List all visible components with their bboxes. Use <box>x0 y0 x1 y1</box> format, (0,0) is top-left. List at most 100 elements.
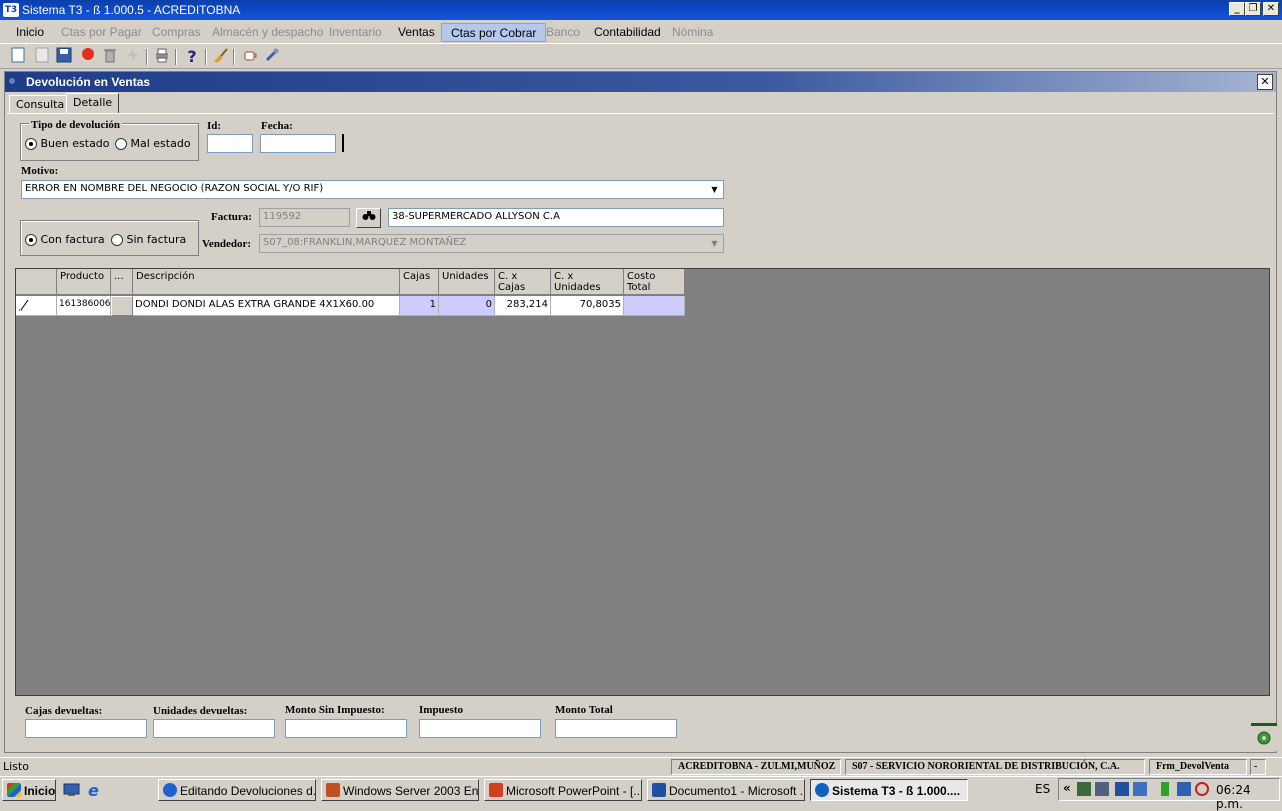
menu-ctas-por-pagar[interactable]: Ctas por Pagar <box>52 23 151 42</box>
id-field[interactable] <box>207 134 253 153</box>
broom-icon[interactable] <box>210 47 230 67</box>
new-icon[interactable] <box>8 47 28 67</box>
start-label: Inicio <box>24 784 56 798</box>
language-indicator[interactable]: ES <box>1035 782 1050 796</box>
cliente-field[interactable]: 38-SUPERMERCADO ALLYSON C.A <box>388 208 724 227</box>
col-header-cx-unidades[interactable]: C. x Unidades <box>551 269 624 295</box>
display-icon[interactable] <box>1133 782 1147 796</box>
toolbar-separator <box>146 49 148 65</box>
cup-icon[interactable] <box>240 47 260 67</box>
cajas-devueltas-label: Cajas devueltas: <box>25 705 103 717</box>
tab-consulta[interactable]: Consulta <box>9 95 72 113</box>
vendedor-value: S07_08:FRANKLIN,MARQUEZ MONTAÑEZ <box>263 237 467 248</box>
clock[interactable]: 06:24 p.m. <box>1216 783 1279 811</box>
child-title-bar: Devolución en Ventas <box>5 72 1276 92</box>
server-icon <box>326 783 340 797</box>
trash-icon[interactable] <box>100 47 120 67</box>
cajas-devueltas-field[interactable] <box>25 719 147 738</box>
save-icon[interactable] <box>54 47 74 67</box>
chevron-down-icon[interactable]: ▼ <box>707 182 722 197</box>
menu-almacen[interactable]: Almacén y despacho <box>203 23 332 42</box>
ie-icon <box>163 783 177 797</box>
help-icon[interactable]: ? <box>182 47 202 67</box>
radio-con-factura[interactable]: Con factura <box>25 233 105 246</box>
col-header-cajas[interactable]: Cajas <box>400 269 439 295</box>
impuesto-field[interactable] <box>419 719 541 738</box>
monto-sin-impuesto-field[interactable] <box>285 719 407 738</box>
radio-con-factura-dot[interactable] <box>25 234 37 246</box>
row-edit-icon[interactable] <box>16 296 57 316</box>
menu-inicio[interactable]: Inicio <box>7 23 53 42</box>
col-header-descripcion[interactable]: Descripción <box>133 269 400 295</box>
col-header-producto[interactable]: Producto <box>57 269 111 295</box>
vendedor-select[interactable]: S07_08:FRANKLIN,MARQUEZ MONTAÑEZ <box>259 234 724 253</box>
menu-nomina[interactable]: Nómina <box>663 23 722 42</box>
tools-icon[interactable] <box>262 47 282 67</box>
detalle-grid: Producto ... Descripción Cajas Unidades … <box>15 268 1270 696</box>
gear-icon[interactable] <box>1251 723 1277 751</box>
cell-cx-unidades[interactable]: 70,8035 <box>551 296 624 316</box>
ie-icon[interactable]: e <box>88 781 106 800</box>
grid-corner <box>16 269 57 295</box>
record-icon[interactable] <box>78 47 98 67</box>
connection-icon[interactable] <box>1177 782 1191 796</box>
cell-producto[interactable]: 161386006 <box>57 296 111 316</box>
radio-buen-estado[interactable]: Buen estado <box>25 137 110 150</box>
menu-inventario[interactable]: Inventario <box>320 23 391 42</box>
app-tray-icon[interactable] <box>1115 782 1129 796</box>
monto-total-field[interactable] <box>555 719 677 738</box>
binoculars-icon[interactable] <box>356 208 381 228</box>
task-powerpoint[interactable]: Microsoft PowerPoint - [... <box>484 779 642 801</box>
fecha-field[interactable] <box>260 134 336 153</box>
start-button[interactable]: Inicio <box>2 779 56 801</box>
tipo-devolucion-label: Tipo de devolución <box>29 119 123 131</box>
col-header-cx-cajas[interactable]: C. x Cajas <box>495 269 551 295</box>
close-child-button[interactable]: ✕ <box>1257 74 1273 90</box>
radio-mal-estado-dot[interactable] <box>115 138 127 150</box>
menu-ctas-por-cobrar[interactable]: Ctas por Cobrar <box>441 23 547 42</box>
powerpoint-icon <box>489 783 503 797</box>
menu-compras[interactable]: Compras <box>143 23 210 42</box>
menu-banco[interactable]: Banco <box>537 23 589 42</box>
cell-cx-cajas[interactable]: 283,214 <box>495 296 551 316</box>
restore-button[interactable]: ❐ <box>1245 2 1261 16</box>
menu-contabilidad[interactable]: Contabilidad <box>585 23 670 42</box>
toolbar-separator <box>233 49 235 65</box>
print-icon[interactable] <box>152 47 172 67</box>
cell-dots-button[interactable] <box>111 296 133 316</box>
cell-unidades[interactable]: 0 <box>439 296 495 316</box>
radio-buen-estado-dot[interactable] <box>25 138 37 150</box>
radio-sin-factura[interactable]: Sin factura <box>111 233 186 246</box>
minimize-button[interactable]: _ <box>1229 2 1245 16</box>
cell-descripcion[interactable]: DONDI DONDI ALAS EXTRA GRANDE 4X1X60.00 <box>133 296 400 316</box>
radio-mal-estado[interactable]: Mal estado <box>115 137 191 150</box>
tab-detalle[interactable]: Detalle <box>66 93 120 114</box>
lightning-icon[interactable] <box>123 47 143 67</box>
col-header-unidades[interactable]: Unidades <box>439 269 495 295</box>
chevron-left-icon[interactable]: « <box>1063 781 1071 795</box>
unidades-devueltas-label: Unidades devueltas: <box>153 705 248 717</box>
task-windows-server[interactable]: Windows Server 2003 En... <box>321 779 479 801</box>
task-editando[interactable]: Editando Devoluciones d... <box>158 779 316 801</box>
network-icon[interactable] <box>1077 782 1091 796</box>
col-header-costo-total[interactable]: Costo Total <box>624 269 685 295</box>
chevron-down-icon[interactable]: ▼ <box>707 236 722 251</box>
system-tray: « 06:24 p.m. <box>1058 778 1280 811</box>
cell-costo-total[interactable] <box>624 296 685 316</box>
battery-icon[interactable] <box>1161 782 1169 796</box>
task-documento1[interactable]: Documento1 - Microsoft ... <box>647 779 805 801</box>
task-sistema-t3[interactable]: Sistema T3 - ß 1.000.... <box>810 779 968 801</box>
close-window-button[interactable]: ✕ <box>1263 2 1279 16</box>
desktop-icon[interactable] <box>63 782 81 798</box>
unidades-devueltas-field[interactable] <box>153 719 275 738</box>
motivo-select[interactable]: ERROR EN NOMBRE DEL NEGOCIO (RAZON SOCIA… <box>21 180 724 199</box>
speaker-muted-icon[interactable] <box>1195 782 1209 796</box>
blank-icon[interactable] <box>32 47 52 67</box>
radio-sin-factura-dot[interactable] <box>111 234 123 246</box>
menu-ventas[interactable]: Ventas <box>389 23 444 42</box>
cell-cajas[interactable]: 1 <box>400 296 439 316</box>
col-header-dots[interactable]: ... <box>111 269 133 295</box>
monitor-icon[interactable] <box>1095 782 1109 796</box>
app-logo-icon: T3 <box>3 3 19 17</box>
factura-field[interactable]: 119592 <box>259 208 350 227</box>
